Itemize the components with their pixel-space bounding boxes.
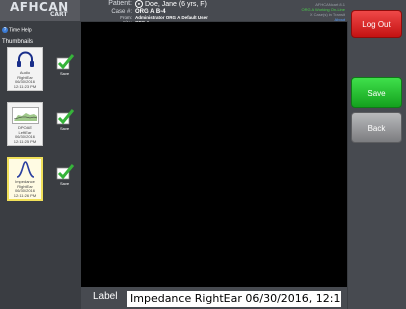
label-caption: Label bbox=[93, 291, 118, 302]
back-button[interactable]: Back bbox=[351, 112, 402, 143]
help-icon: ? bbox=[2, 27, 8, 33]
thumbnail-list: Audio RightEar 06/30/2016 12:11:23 PM Sa… bbox=[0, 46, 80, 309]
patient-badge-icon: ● bbox=[135, 0, 143, 8]
right-panel bbox=[348, 0, 406, 309]
thumbnail-dpoae[interactable]: DPOAE LeftEar 06/30/2016 12:11:25 PM bbox=[7, 102, 43, 146]
logout-button[interactable]: Log Out bbox=[351, 10, 402, 38]
thumbnails-title: Thumbnails bbox=[2, 39, 34, 45]
tympanogram-icon bbox=[16, 161, 35, 178]
check-icon bbox=[56, 54, 74, 70]
thumb-save-button[interactable]: Save bbox=[60, 71, 69, 76]
thumbnail-audio[interactable]: Audio RightEar 06/30/2016 12:11:23 PM bbox=[7, 47, 43, 91]
patient-value: Doe, Jane (6 yrs, F) bbox=[145, 0, 207, 8]
thumb-line: 12:11:25 PM bbox=[13, 138, 37, 144]
app-logo: AFHCAN CART bbox=[0, 0, 80, 21]
patient-info: Patient: ● Doe, Jane (6 yrs, F) Case #: O… bbox=[82, 0, 282, 25]
logo-sub-text: CART bbox=[50, 11, 68, 18]
dpoae-graph-icon bbox=[12, 107, 39, 124]
time-help-label: Time Help bbox=[9, 27, 32, 34]
label-input[interactable]: Impedance RightEar 06/30/2016, 12:11:26 … bbox=[127, 291, 341, 307]
thumb-save-button[interactable]: Save bbox=[60, 181, 69, 186]
save-button[interactable]: Save bbox=[351, 77, 402, 108]
check-icon bbox=[56, 164, 74, 180]
thumbnail-impedance[interactable]: Impedance RightEar 06/30/2016 12:11:26 P… bbox=[7, 157, 43, 201]
patient-value-row: ● Doe, Jane (6 yrs, F) bbox=[135, 0, 207, 8]
patient-label: Patient: bbox=[108, 0, 132, 7]
thumb-save-button[interactable]: Save bbox=[60, 126, 69, 131]
headphones-icon bbox=[17, 51, 34, 67]
image-viewer[interactable] bbox=[81, 22, 347, 287]
thumb-line: 12:11:26 PM bbox=[13, 192, 37, 198]
check-icon bbox=[56, 109, 74, 125]
thumb-line: 12:11:23 PM bbox=[13, 83, 37, 89]
time-help-link[interactable]: ? Time Help bbox=[2, 27, 32, 33]
